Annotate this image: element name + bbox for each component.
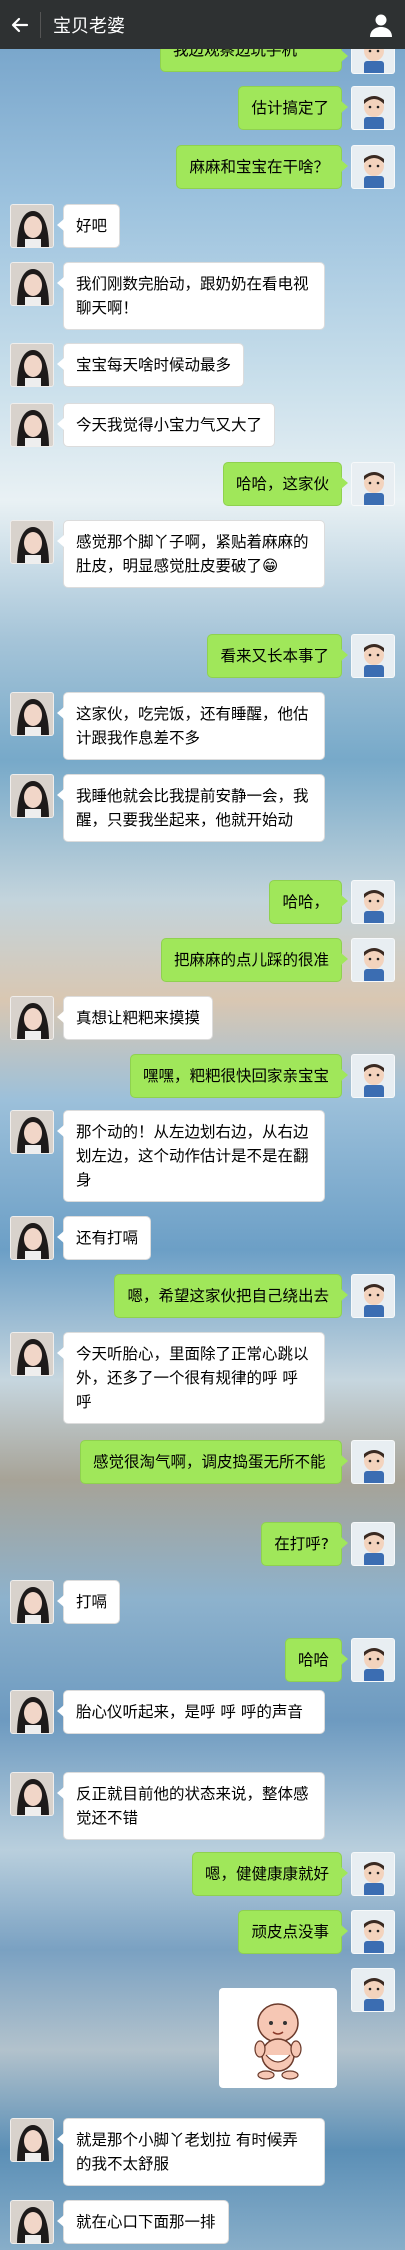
wife-avatar[interactable] bbox=[10, 2118, 54, 2162]
chat-header: 宝贝老婆 bbox=[0, 0, 405, 49]
message-bubble[interactable]: 嗯，希望这家伙把自己绕出去 bbox=[114, 1274, 348, 1318]
message-row: 我们刚数完胎动，跟奶奶在看电视聊天啊！ bbox=[0, 262, 405, 330]
wife-avatar[interactable] bbox=[10, 996, 54, 1040]
baby-cartoon-sticker[interactable] bbox=[219, 1988, 337, 2088]
message-bubble[interactable]: 好吧 bbox=[56, 204, 121, 248]
chat-title: 宝贝老婆 bbox=[53, 15, 125, 37]
husband-avatar[interactable] bbox=[351, 1274, 395, 1318]
wife-avatar[interactable] bbox=[10, 1580, 54, 1624]
message-row: 我睡他就会比我提前安静一会，我醒，只要我坐起来，他就开始动 bbox=[0, 774, 405, 866]
person-icon[interactable] bbox=[357, 0, 405, 49]
message-bubble[interactable]: 胎心仪听起来，是呼 呼 呼的声音 bbox=[57, 1690, 325, 1734]
husband-avatar[interactable] bbox=[351, 1522, 395, 1566]
wife-avatar[interactable] bbox=[10, 403, 54, 447]
husband-avatar[interactable] bbox=[351, 1054, 395, 1098]
wife-avatar[interactable] bbox=[10, 204, 54, 248]
husband-avatar[interactable] bbox=[351, 938, 395, 982]
message-bubble[interactable]: 麻麻和宝宝在干啥？ bbox=[176, 145, 348, 189]
message-bubble[interactable]: 就是那个小脚丫老划拉 有时候弄的我不太舒服 bbox=[57, 2118, 325, 2186]
message-bubble[interactable]: 感觉很淘气啊，调皮捣蛋无所不能 bbox=[80, 1440, 348, 1484]
message-bubble[interactable]: 反正就目前他的状态来说，整体感觉还不错 bbox=[57, 1772, 325, 1840]
message-row: 就是那个小脚丫老划拉 有时候弄的我不太舒服 bbox=[0, 2118, 405, 2186]
message-bubble[interactable]: 真想让粑粑来摸摸 bbox=[56, 996, 214, 1040]
message-row: 嗯，希望这家伙把自己绕出去 bbox=[0, 1274, 405, 1318]
message-row: 今天听胎心，里面除了正常心跳以外，还多了一个很有规律的呼 呼 呼 bbox=[0, 1332, 405, 1424]
message-row: 就在心口下面那一排 bbox=[0, 2200, 405, 2244]
wife-avatar[interactable] bbox=[10, 774, 54, 818]
message-bubble[interactable]: 看来又长本事了 bbox=[207, 634, 348, 678]
message-bubble[interactable]: 我们刚数完胎动，跟奶奶在看电视聊天啊！ bbox=[57, 262, 325, 330]
message-row: 打嗝 bbox=[0, 1580, 405, 1624]
message-row: 嗯，健健康康就好 bbox=[0, 1852, 405, 1896]
message-row: 麻麻和宝宝在干啥？ bbox=[0, 145, 405, 189]
message-bubble[interactable]: 哈哈 bbox=[284, 1638, 349, 1682]
wife-avatar[interactable] bbox=[10, 520, 54, 564]
message-row: 好吧 bbox=[0, 204, 405, 248]
husband-avatar[interactable] bbox=[351, 1910, 395, 1954]
message-row: 胎心仪听起来，是呼 呼 呼的声音 bbox=[0, 1690, 405, 1758]
message-row: 在打呼? bbox=[0, 1522, 405, 1566]
message-row: 嘿嘿，粑粑很快回家亲宝宝 bbox=[0, 1054, 405, 1098]
message-bubble[interactable]: 这家伙，吃完饭，还有睡醒，他估计跟我作息差不多 bbox=[57, 692, 325, 760]
husband-avatar[interactable] bbox=[351, 462, 395, 506]
message-bubble[interactable]: 今天听胎心，里面除了正常心跳以外，还多了一个很有规律的呼 呼 呼 bbox=[57, 1332, 325, 1424]
message-row: 把麻麻的点儿踩的很准 bbox=[0, 938, 405, 982]
message-row: 真想让粑粑来摸摸 bbox=[0, 996, 405, 1040]
message-row: 哈哈，这家伙 bbox=[0, 462, 405, 506]
message-bubble[interactable]: 今天我觉得小宝力气又大了 bbox=[56, 403, 276, 447]
message-bubble[interactable]: 顽皮点没事 bbox=[238, 1910, 348, 1954]
husband-avatar[interactable] bbox=[351, 880, 395, 924]
husband-avatar[interactable] bbox=[351, 86, 395, 130]
message-row: 顽皮点没事 bbox=[0, 1910, 405, 1954]
message-row: 感觉很淘气啊，调皮捣蛋无所不能 bbox=[0, 1440, 405, 1508]
header-divider bbox=[40, 11, 41, 38]
message-bubble[interactable]: 嗯，健健康康就好 bbox=[191, 1852, 349, 1896]
message-bubble[interactable]: 估计搞定了 bbox=[238, 86, 348, 130]
message-bubble[interactable]: 在打呼? bbox=[261, 1522, 348, 1566]
message-row: 这家伙，吃完饭，还有睡醒，他估计跟我作息差不多 bbox=[0, 692, 405, 760]
message-row: 估计搞定了 bbox=[0, 86, 405, 130]
message-row: 那个动的！从左边划右边，从右边划左边，这个动作估计是不是在翻身 bbox=[0, 1110, 405, 1202]
husband-avatar[interactable] bbox=[351, 1440, 395, 1484]
husband-avatar[interactable] bbox=[351, 145, 395, 189]
wife-avatar[interactable] bbox=[10, 343, 54, 387]
wife-avatar[interactable] bbox=[10, 692, 54, 736]
husband-avatar[interactable] bbox=[351, 1852, 395, 1896]
wife-avatar[interactable] bbox=[10, 1110, 54, 1154]
message-bubble[interactable]: 把麻麻的点儿踩的很准 bbox=[160, 938, 349, 982]
message-bubble[interactable]: 就在心口下面那一排 bbox=[57, 2200, 229, 2244]
message-row: 还有打嗝 bbox=[0, 1216, 405, 1260]
message-row: 今天我觉得小宝力气又大了 bbox=[0, 403, 405, 447]
message-bubble[interactable]: 还有打嗝 bbox=[56, 1216, 152, 1260]
message-row: 反正就目前他的状态来说，整体感觉还不错 bbox=[0, 1772, 405, 1840]
message-row bbox=[0, 1968, 405, 2088]
arrow-left-icon[interactable] bbox=[0, 0, 40, 49]
message-bubble[interactable]: 那个动的！从左边划右边，从右边划左边，这个动作估计是不是在翻身 bbox=[57, 1110, 325, 1202]
message-bubble[interactable]: 哈哈， bbox=[269, 880, 348, 924]
message-bubble[interactable]: 哈哈，这家伙 bbox=[222, 462, 349, 506]
husband-avatar[interactable] bbox=[351, 634, 395, 678]
wife-avatar[interactable] bbox=[10, 1772, 54, 1816]
wife-avatar[interactable] bbox=[10, 2200, 54, 2244]
message-row: 哈哈 bbox=[0, 1638, 405, 1682]
husband-avatar[interactable] bbox=[351, 1968, 395, 2012]
wife-avatar[interactable] bbox=[10, 1690, 54, 1734]
husband-avatar[interactable] bbox=[351, 1638, 395, 1682]
message-row: 哈哈， bbox=[0, 880, 405, 924]
message-row: 看来又长本事了 bbox=[0, 634, 405, 678]
message-bubble[interactable]: 感觉那个脚丫子啊，紧贴着麻麻的肚皮，明显感觉肚皮要破了😁 bbox=[57, 520, 325, 588]
message-bubble[interactable]: 宝宝每天啥时候动最多 bbox=[56, 343, 245, 387]
message-row: 感觉那个脚丫子啊，紧贴着麻麻的肚皮，明显感觉肚皮要破了😁 bbox=[0, 520, 405, 612]
wife-avatar[interactable] bbox=[10, 262, 54, 306]
wife-avatar[interactable] bbox=[10, 1332, 54, 1376]
message-bubble[interactable]: 打嗝 bbox=[56, 1580, 121, 1624]
wife-avatar[interactable] bbox=[10, 1216, 54, 1260]
message-bubble[interactable]: 嘿嘿，粑粑很快回家亲宝宝 bbox=[129, 1054, 349, 1098]
message-bubble[interactable]: 我睡他就会比我提前安静一会，我醒，只要我坐起来，他就开始动 bbox=[57, 774, 325, 842]
message-row: 宝宝每天啥时候动最多 bbox=[0, 343, 405, 387]
